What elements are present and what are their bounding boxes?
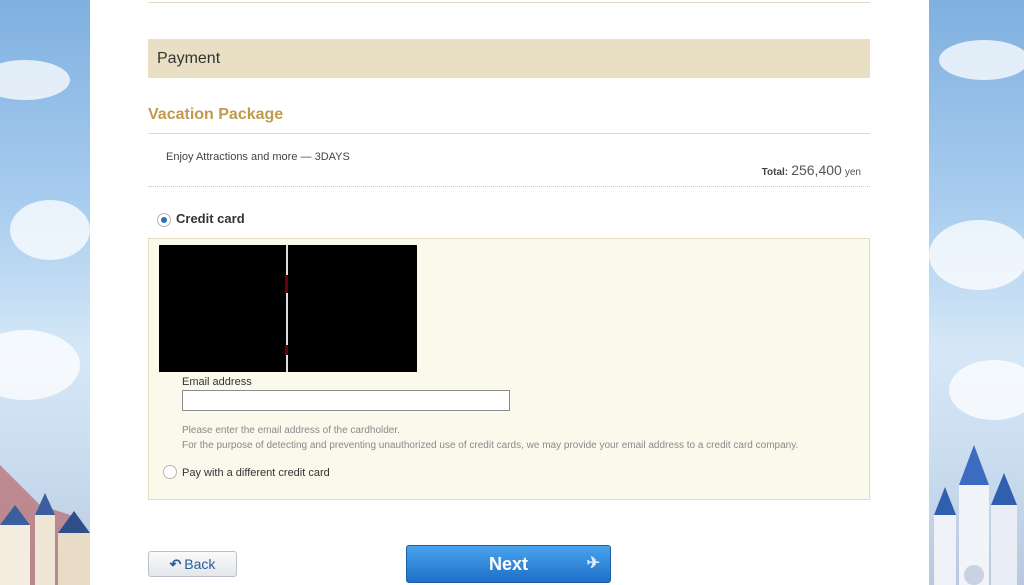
next-button[interactable]: Next ✈: [406, 545, 611, 583]
different-card-radio[interactable]: [163, 465, 177, 479]
dotted-divider: [148, 186, 870, 187]
top-divider: [148, 2, 870, 3]
email-help-text: Please enter the email address of the ca…: [182, 425, 400, 436]
castle-illustration-right: [934, 445, 1017, 585]
credit-card-label[interactable]: Credit card: [176, 211, 245, 226]
total-amount: 256,400: [791, 162, 842, 178]
return-arrow-icon: ↶: [169, 556, 182, 572]
main-content-panel: Payment Vacation Package Enjoy Attractio…: [90, 0, 929, 585]
total-price: Total: 256,400 yen: [762, 162, 861, 178]
package-title: Vacation Package: [148, 106, 284, 123]
email-usage-notice: For the purpose of detecting and prevent…: [182, 440, 799, 451]
total-label: Total:: [761, 167, 789, 178]
back-button[interactable]: ↶ Back: [148, 551, 237, 577]
email-input[interactable]: [182, 390, 510, 411]
left-sky-background: [0, 0, 90, 585]
castle-illustration-left: [0, 465, 90, 585]
airplane-icon: ✈: [586, 555, 600, 572]
credit-card-radio[interactable]: [157, 213, 171, 227]
right-sky-background: [929, 0, 1024, 585]
package-divider: [148, 133, 870, 134]
package-description: Enjoy Attractions and more — 3DAYS: [166, 151, 350, 163]
different-card-label[interactable]: Pay with a different credit card: [182, 467, 330, 479]
payment-section-header: Payment: [148, 39, 870, 78]
total-unit: yen: [844, 167, 861, 178]
email-label: Email address: [182, 376, 252, 388]
card-entry-frame[interactable]: [159, 245, 417, 372]
back-button-label: Back: [184, 556, 216, 572]
next-button-label: Next: [488, 554, 528, 574]
credit-card-panel: Email address Please enter the email add…: [148, 238, 870, 500]
